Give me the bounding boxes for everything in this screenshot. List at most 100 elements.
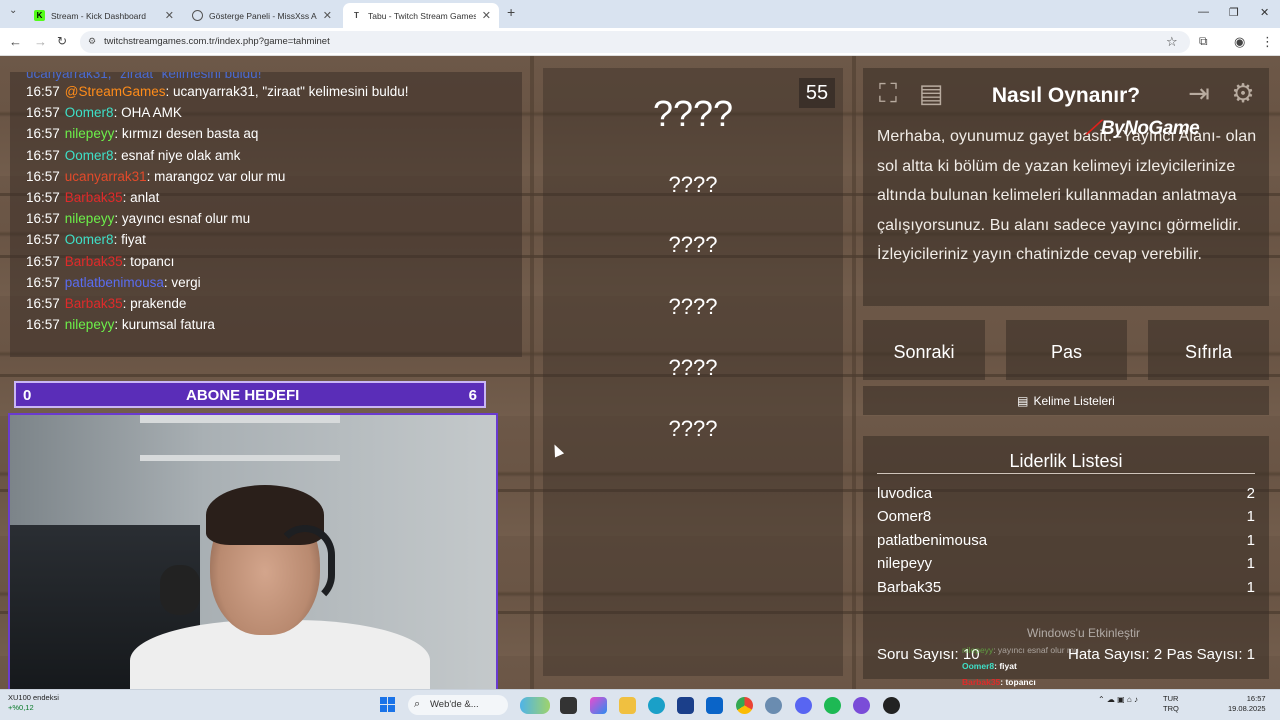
clock-time: 16:57 xyxy=(1246,694,1266,703)
obs-icon[interactable] xyxy=(853,697,870,714)
window-close-icon[interactable]: ✕ xyxy=(1260,6,1269,19)
chat-username[interactable]: ucanyarrak31 xyxy=(65,169,147,184)
sub-goal-bar: 0 ABONE HEDEFI 6 xyxy=(14,381,486,408)
overlay-chat-username: Oomer8 xyxy=(962,661,995,671)
keyboard-layout: TRQ xyxy=(1163,704,1179,713)
leaderboard-row: luvodica 2 xyxy=(877,485,1255,502)
leaderboard-title: Liderlik Listesi xyxy=(1009,451,1123,471)
tab-list-icon[interactable]: ⌄ xyxy=(9,5,17,16)
search-icon: ⌕ xyxy=(414,698,421,710)
settings-app-icon[interactable] xyxy=(765,697,782,714)
new-tab-button[interactable]: + xyxy=(507,4,515,20)
wood-plank-seam xyxy=(852,56,856,689)
chat-username[interactable]: Oomer8 xyxy=(65,105,114,120)
chat-time: 16:57 xyxy=(26,168,60,184)
globe-icon xyxy=(192,10,203,21)
chat-username[interactable]: nilepeyy xyxy=(65,211,115,226)
chat-username[interactable]: @StreamGames xyxy=(65,84,166,99)
store-icon[interactable] xyxy=(677,697,694,714)
widget-value: +%0,12 xyxy=(8,703,34,712)
file-explorer-icon[interactable] xyxy=(619,697,636,714)
chat-time: 16:57 xyxy=(26,317,60,333)
chat-username[interactable]: nilepeyy xyxy=(65,317,115,332)
close-icon[interactable]: ✕ xyxy=(482,9,491,22)
chat-message: 16:57 ucanyarrak31: marangoz var olur mu xyxy=(26,169,285,184)
stock-widget[interactable]: XU100 endeksi +%0,12 xyxy=(8,693,59,713)
chat-message: 16:57 nilepeyy: kırmızı desen basta aq xyxy=(26,126,258,141)
site-info-icon[interactable]: ⚙ xyxy=(88,36,96,47)
overlay-chat-message: Oomer8: fiyat xyxy=(962,661,1017,671)
player-score: 1 xyxy=(1246,532,1255,549)
chat-time: 16:57 xyxy=(26,84,60,99)
chat-username[interactable]: Oomer8 xyxy=(65,232,114,247)
tab-tabu[interactable]: T Tabu - Twitch Stream Games ✕ xyxy=(343,3,499,28)
brand-text: ByNoGame xyxy=(1100,118,1200,139)
minimize-icon[interactable]: — xyxy=(1198,6,1209,18)
chat-time: 16:57 xyxy=(26,296,60,311)
chat-text: : marangoz var olur mu xyxy=(146,168,286,184)
chat-username[interactable]: Oomer8 xyxy=(65,148,114,163)
chrome-icon[interactable] xyxy=(736,697,753,714)
app-icon[interactable] xyxy=(883,697,900,714)
word-lists-button[interactable]: ▤ Kelime Listeleri xyxy=(863,386,1269,415)
language-indicator[interactable]: TUR TRQ xyxy=(1163,694,1179,714)
outlook-icon[interactable] xyxy=(706,697,723,714)
system-tray[interactable]: ⌃ ☁ ▣ ⌂ ♪ xyxy=(1098,695,1138,704)
kick-icon: K xyxy=(34,10,45,21)
reset-button[interactable]: Sıfırla xyxy=(1148,320,1269,380)
menu-dots-icon[interactable]: ⋮ xyxy=(1261,34,1274,50)
chat-message: 16:57 Oomer8: esnaf niye olak amk xyxy=(26,148,240,163)
next-button[interactable]: Sonraki xyxy=(863,320,985,380)
overlay-chat-username: nilepeyy xyxy=(962,645,994,655)
goal-start: 0 xyxy=(23,387,32,404)
gear-icon[interactable]: ⚙ xyxy=(1228,78,1258,108)
forward-icon[interactable]: → xyxy=(34,34,47,49)
profile-icon[interactable]: ◉ xyxy=(1234,34,1245,50)
player-score: 1 xyxy=(1246,555,1255,572)
taskbar-clock[interactable]: 16:57 19.08.2025 xyxy=(1228,694,1266,714)
pass-button[interactable]: Pas xyxy=(1006,320,1127,380)
chat-username[interactable]: Barbak35 xyxy=(65,296,123,311)
chat-username[interactable]: nilepeyy xyxy=(65,126,115,141)
chat-text: : vergi xyxy=(163,274,201,290)
reload-icon[interactable]: ↻ xyxy=(57,34,67,48)
discord-icon[interactable] xyxy=(795,697,812,714)
chat-text: : OHA AMK xyxy=(113,105,182,121)
windows-start-icon[interactable] xyxy=(380,697,396,713)
restore-icon[interactable]: ❐ xyxy=(1229,6,1239,19)
player-name: patlatbenimousa xyxy=(877,532,988,549)
logout-icon[interactable]: ⇥ xyxy=(1184,78,1214,108)
close-icon[interactable]: ✕ xyxy=(323,9,332,22)
task-view-icon[interactable] xyxy=(560,697,577,714)
lang-code: TUR xyxy=(1163,694,1179,703)
how-to-play-panel: ⛶ ▤ Nasıl Oynanır? ⇥ ⚙ Merhaba, oyunumuz… xyxy=(863,68,1269,306)
bookmark-star-icon[interactable]: ☆ xyxy=(1166,34,1178,50)
stream-chat-panel: ucanyarrak31, "ziraat" kelimesini buldu!… xyxy=(10,72,522,357)
taskbar-search-input[interactable]: ⌕ Web'de &... xyxy=(408,695,508,715)
copilot-icon[interactable] xyxy=(590,697,607,714)
main-word: ???? xyxy=(652,93,734,134)
overlay-chat-username: Barbak35 xyxy=(962,677,1001,687)
spotify-icon[interactable] xyxy=(824,697,841,714)
webcam-shelf xyxy=(140,415,340,423)
taboo-word: ???? xyxy=(668,232,718,257)
url-text: twitchstreamgames.com.tr/index.php?game=… xyxy=(104,36,330,47)
chat-time: 16:57 xyxy=(26,232,60,248)
chat-username[interactable]: Barbak35 xyxy=(65,254,123,269)
browser-tab-bar: ⌄ K Stream - Kick Dashboard ✕ Gösterge P… xyxy=(0,0,1280,28)
close-icon[interactable]: ✕ xyxy=(165,9,174,22)
tab-missxss[interactable]: Gösterge Paneli - MissXss AI Bo ✕ xyxy=(184,3,340,28)
chat-text: : topancı xyxy=(122,253,175,269)
extensions-icon[interactable]: ⧉ xyxy=(1199,34,1208,49)
player-name: luvodica xyxy=(877,485,933,502)
tab-kick-dashboard[interactable]: K Stream - Kick Dashboard ✕ xyxy=(26,3,182,28)
edge-icon[interactable] xyxy=(648,697,665,714)
back-icon[interactable]: ← xyxy=(9,34,22,49)
widgets-app-icon[interactable] xyxy=(520,697,550,714)
url-input[interactable]: ⚙ twitchstreamgames.com.tr/index.php?gam… xyxy=(80,31,1190,53)
player-score: 1 xyxy=(1246,508,1255,525)
chat-time: 16:57 xyxy=(26,105,60,121)
chat-username[interactable]: Barbak35 xyxy=(65,190,123,205)
chat-username[interactable]: patlatbenimousa xyxy=(65,275,164,290)
chat-time: 16:57 xyxy=(26,253,60,269)
